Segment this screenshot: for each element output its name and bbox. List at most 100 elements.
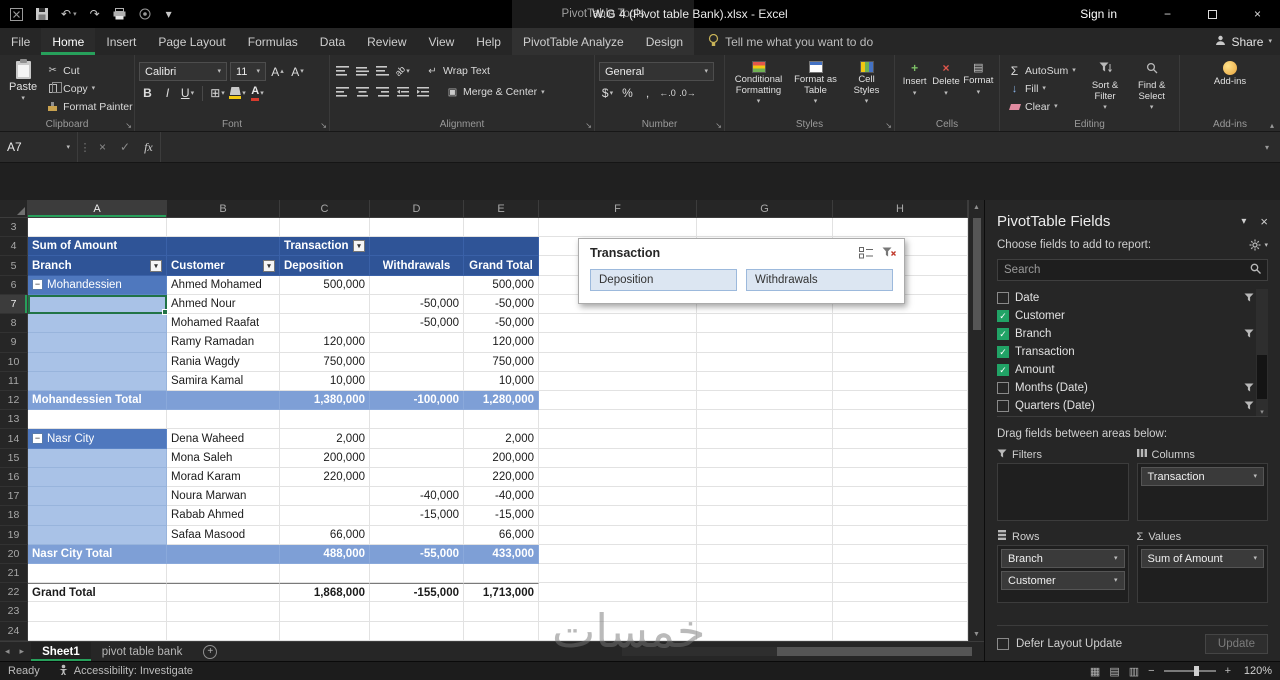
cell-a11[interactable] (28, 371, 167, 391)
format-as-table-button[interactable]: Format as Table ▾ (790, 59, 842, 118)
cell-a14[interactable]: − Nasr City (28, 429, 167, 449)
cell-b13[interactable] (167, 410, 280, 430)
row-header-10[interactable]: 10 (0, 352, 28, 372)
area-chip-branch[interactable]: Branch ▾ (1001, 549, 1125, 568)
cell-c5[interactable]: Deposition (280, 256, 370, 276)
row-header-17[interactable]: 17 (0, 487, 28, 507)
cell-h20[interactable] (833, 544, 968, 564)
alignment-dialog-launcher[interactable]: ↘ (585, 121, 592, 130)
row-header-22[interactable]: 22 (0, 583, 28, 603)
zoom-out-icon[interactable]: − (1148, 665, 1154, 677)
cell-g13[interactable] (697, 410, 833, 430)
row-header-9[interactable]: 9 (0, 333, 28, 353)
cell-b20[interactable] (167, 544, 280, 564)
normal-view-icon[interactable]: ▦ (1090, 665, 1100, 678)
insert-function-icon[interactable]: fx (137, 132, 160, 162)
cell-f24[interactable] (539, 621, 697, 641)
cell-d19[interactable] (370, 525, 464, 545)
cell-a3[interactable] (28, 218, 167, 238)
cell-e8[interactable]: -50,000 (464, 314, 539, 334)
cell-c15[interactable]: 200,000 (280, 448, 370, 468)
page-layout-view-icon[interactable]: ▤ (1109, 665, 1119, 678)
cell-f19[interactable] (539, 525, 697, 545)
cell-d14[interactable] (370, 429, 464, 449)
cell-a4[interactable]: Sum of Amount (28, 237, 167, 257)
cell-a8[interactable] (28, 314, 167, 334)
collapse-group-icon[interactable]: − (32, 433, 43, 445)
undo-dropdown-icon[interactable]: ▾ (73, 11, 77, 18)
cell-c13[interactable] (280, 410, 370, 430)
cell-f21[interactable] (539, 563, 697, 584)
cell-a22[interactable]: Grand Total (28, 583, 167, 603)
cell-c7[interactable] (280, 294, 370, 315)
column-header-c[interactable]: C (280, 200, 370, 218)
cell-d10[interactable] (370, 352, 464, 372)
row-header-6[interactable]: 6 (0, 275, 28, 295)
scroll-down-icon[interactable]: ▼ (973, 627, 980, 641)
cell-g3[interactable] (697, 218, 833, 238)
column-header-f[interactable]: F (539, 200, 697, 218)
find-select-button[interactable]: Find & Select ▾ (1128, 59, 1175, 118)
font-size-select[interactable]: 11 ▾ (230, 62, 266, 81)
cell-c23[interactable] (280, 602, 370, 622)
cell-d22[interactable]: -155,000 (370, 583, 464, 603)
cell-g17[interactable] (697, 487, 833, 507)
cell-g11[interactable] (697, 371, 833, 391)
cut-button[interactable]: ✂ Cut (46, 63, 132, 79)
cell-d16[interactable] (370, 467, 464, 488)
sheet-tab-sheet1[interactable]: Sheet1 (31, 642, 91, 661)
field-checkbox-branch[interactable]: ✓ (997, 328, 1009, 340)
cell-a10[interactable] (28, 352, 167, 372)
cell-a9[interactable] (28, 333, 167, 353)
excel-app-icon[interactable] (10, 7, 23, 21)
cell-e13[interactable] (464, 410, 539, 430)
field-filter-icon[interactable] (1244, 381, 1254, 395)
cell-e5[interactable]: Grand Total (464, 256, 539, 276)
undo-icon[interactable]: ↶ ▾ (61, 8, 77, 20)
cell-f14[interactable] (539, 429, 697, 449)
formula-input[interactable] (159, 132, 1254, 162)
cell-f9[interactable] (539, 333, 697, 353)
cell-e3[interactable] (464, 218, 539, 238)
clipboard-dialog-launcher[interactable]: ↘ (125, 121, 132, 130)
field-filter-icon[interactable] (1244, 327, 1254, 341)
ribbon-tab-page-layout[interactable]: Page Layout (147, 28, 236, 55)
cell-d9[interactable] (370, 333, 464, 353)
zoom-in-icon[interactable]: + (1225, 665, 1231, 677)
cell-b9[interactable]: Ramy Ramadan (167, 333, 280, 353)
share-button[interactable]: Share ▾ (1215, 28, 1272, 55)
cell-c19[interactable]: 66,000 (280, 525, 370, 545)
cell-c11[interactable]: 10,000 (280, 371, 370, 391)
sheet-tab-pivot-table-bank[interactable]: pivot table bank (91, 642, 194, 661)
cell-a23[interactable] (28, 602, 167, 622)
touch-mode-icon[interactable] (139, 8, 151, 20)
cell-h14[interactable] (833, 429, 968, 449)
cell-b24[interactable] (167, 621, 280, 641)
cell-b7[interactable]: Ahmed Nour (167, 294, 280, 315)
cell-e10[interactable]: 750,000 (464, 352, 539, 372)
cell-f20[interactable] (539, 544, 697, 564)
cell-d7[interactable]: -50,000 (370, 294, 464, 315)
cell-a18[interactable] (28, 506, 167, 526)
align-center-button[interactable] (354, 83, 371, 101)
field-item-months-date[interactable]: Months (Date) (997, 379, 1254, 397)
cell-e9[interactable]: 120,000 (464, 333, 539, 353)
cell-g23[interactable] (697, 602, 833, 622)
field-list-scrollbar[interactable]: ▾ (1256, 289, 1268, 416)
cell-c12[interactable]: 1,380,000 (280, 390, 370, 411)
cell-d20[interactable]: -55,000 (370, 544, 464, 564)
cell-d17[interactable]: -40,000 (370, 487, 464, 507)
cell-f15[interactable] (539, 448, 697, 468)
field-item-quarters-date[interactable]: Quarters (Date) (997, 397, 1254, 415)
area-box-rows[interactable]: Branch ▾ Customer ▾ (997, 545, 1129, 603)
cell-c24[interactable] (280, 621, 370, 641)
decrease-decimal-button[interactable]: .0→ (679, 84, 696, 102)
fill-button[interactable]: ↓ Fill ▾ (1008, 81, 1082, 97)
close-button[interactable]: × (1235, 0, 1280, 28)
font-dialog-launcher[interactable]: ↘ (320, 121, 327, 130)
cell-h3[interactable] (833, 218, 968, 238)
field-checkbox-amount[interactable]: ✓ (997, 364, 1009, 376)
cell-b12[interactable] (167, 390, 280, 411)
cell-g8[interactable] (697, 314, 833, 334)
cell-g16[interactable] (697, 467, 833, 488)
